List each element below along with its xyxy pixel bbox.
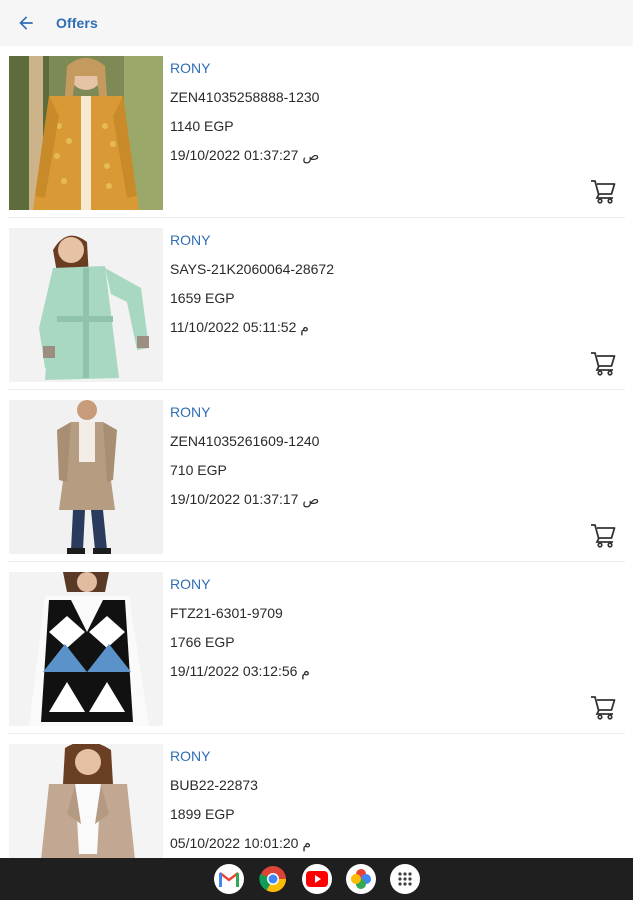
youtube-icon[interactable] (301, 864, 332, 894)
brand-label: RONY (170, 748, 211, 764)
item-info: RONY ZEN41035261609-1240 710 EGP ص 01:37… (170, 401, 593, 517)
product-image[interactable] (9, 56, 163, 210)
list-item[interactable]: RONY ZEN41035258888-1230 1140 EGP ص 01:3… (0, 46, 633, 218)
price: 710 EGP (170, 462, 227, 478)
price: 1140 EGP (170, 118, 234, 134)
offers-list: RONY ZEN41035258888-1230 1140 EGP ص 01:3… (0, 46, 633, 858)
cart-icon (591, 352, 616, 376)
item-info: RONY SAYS-21K2060064-28672 1659 EGP م 05… (170, 229, 593, 345)
system-dock (0, 858, 633, 900)
offer-date: م 03:12:56 19/11/2022 (170, 663, 310, 679)
photos-icon[interactable] (345, 864, 376, 894)
brand-label: RONY (170, 576, 211, 592)
offer-date: ص 01:37:27 19/10/2022 (170, 147, 320, 163)
app-drawer-icon[interactable] (389, 864, 420, 894)
add-to-cart-button[interactable] (588, 348, 618, 378)
item-info: RONY ZEN41035258888-1230 1140 EGP ص 01:3… (170, 57, 593, 173)
cart-icon (591, 524, 616, 548)
list-item[interactable]: RONY FTZ21-6301-9709 1766 EGP م 03:12:56… (0, 562, 633, 734)
product-image[interactable] (9, 572, 163, 726)
item-info: RONY FTZ21-6301-9709 1766 EGP م 03:12:56… (170, 573, 593, 689)
app-screen: Offers RONY ZEN41035258888-1230 1140 EGP… (0, 0, 633, 900)
chrome-icon[interactable] (258, 864, 288, 894)
product-code: ZEN41035261609-1240 (170, 433, 320, 449)
price: 1766 EGP (170, 634, 235, 650)
offer-date: م 10:01:20 05/10/2022 (170, 835, 312, 851)
list-item[interactable]: RONY SAYS-21K2060064-28672 1659 EGP م 05… (0, 218, 633, 390)
add-to-cart-button[interactable] (588, 692, 618, 722)
back-button[interactable] (0, 0, 52, 46)
product-code: ZEN41035258888-1230 (170, 89, 320, 105)
add-to-cart-button[interactable] (588, 176, 618, 206)
cart-icon (591, 696, 616, 720)
gmail-icon[interactable] (213, 864, 244, 894)
item-info: RONY BUB22-22873 1899 EGP م 10:01:20 05/… (170, 745, 593, 858)
cart-icon (591, 180, 616, 204)
product-image[interactable] (9, 744, 163, 858)
product-image[interactable] (9, 400, 163, 554)
page-title: Offers (56, 15, 98, 31)
product-code: FTZ21-6301-9709 (170, 605, 283, 621)
top-app-bar: Offers (0, 0, 633, 46)
product-code: SAYS-21K2060064-28672 (170, 261, 334, 277)
brand-label: RONY (170, 60, 211, 76)
offer-date: م 05:11:52 11/10/2022 (170, 319, 309, 335)
price: 1899 EGP (170, 806, 235, 822)
list-item[interactable]: RONY ZEN41035261609-1240 710 EGP ص 01:37… (0, 390, 633, 562)
offer-date: ص 01:37:17 19/10/2022 (170, 491, 320, 507)
product-image[interactable] (9, 228, 163, 382)
add-to-cart-button[interactable] (588, 520, 618, 550)
brand-label: RONY (170, 232, 211, 248)
price: 1659 EGP (170, 290, 235, 306)
product-code: BUB22-22873 (170, 777, 258, 793)
brand-label: RONY (170, 404, 211, 420)
list-item[interactable]: RONY BUB22-22873 1899 EGP م 10:01:20 05/… (0, 734, 633, 858)
arrow-back-icon (19, 16, 33, 30)
